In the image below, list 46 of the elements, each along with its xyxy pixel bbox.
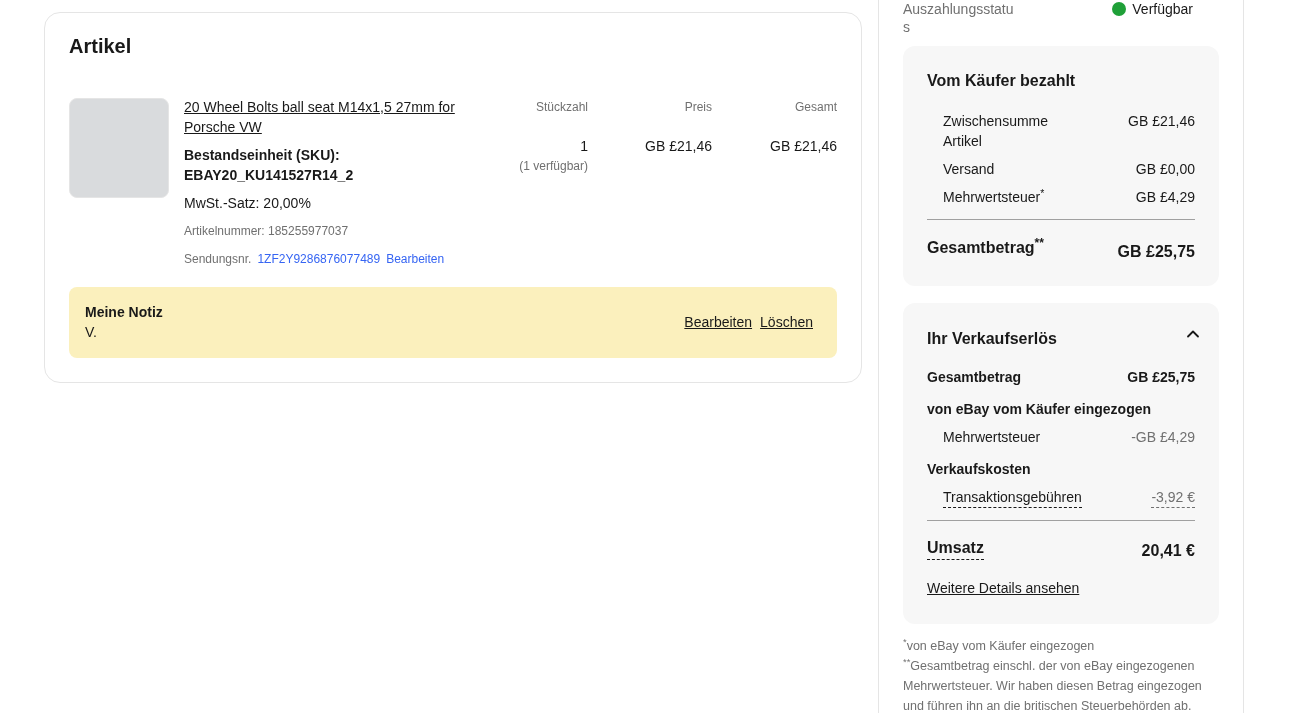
detail-value: -GB £4,29	[1131, 428, 1195, 447]
item-title-link[interactable]: 20 Wheel Bolts ball seat M14x1,5 27mm for Porsche VW	[184, 97, 484, 137]
sku-label: Bestandseinheit (SKU):	[184, 146, 341, 165]
summary-value: GB £4,29	[1135, 188, 1195, 207]
tracking-number-link[interactable]: 1ZF2Y9286876077489	[257, 249, 381, 269]
details-link[interactable]: Weitere Details ansehen	[927, 578, 1080, 598]
summary-label: Versand	[943, 160, 996, 179]
column-header: Stückzahl	[534, 99, 588, 116]
column-header: Preis	[683, 99, 712, 116]
total-value: GB £21,46	[770, 137, 837, 156]
note-text: V.	[85, 323, 98, 342]
summary-value: GB £21,46	[1128, 112, 1195, 131]
card-title: Vom Käufer bezahlt	[927, 71, 1077, 91]
net-amount: 20,41 €	[1141, 541, 1195, 561]
detail-label: Mehrwertsteuer	[943, 428, 1041, 447]
total-label: Gesamtbetrag$^{**}$	[927, 236, 1044, 258]
payout-status-value: Verfügbar	[1132, 0, 1193, 18]
summary-value: GB £0,00	[1135, 160, 1195, 179]
sku-value: EBAY20_KU141527R14_2	[184, 166, 355, 185]
footnote-text: $^{*}$von eBay vom Käufer eingezogen	[903, 636, 1096, 655]
quantity-value: 1	[580, 137, 588, 156]
column-header: Gesamt	[794, 99, 837, 116]
summary-label: Mehrwertsteuer$^{*}$	[943, 187, 1046, 207]
status-dot-icon	[1112, 2, 1127, 16]
available-count: (1 verfügbar)	[519, 158, 588, 175]
footnote-text: $^{**}$Gesamtbetrag einschl. der von eBay eingezogenen Mehrwertsteuer. Wir haben diesen Betrag eingezogen und führen ihn an die britischen Steuerbehörden ab.	[903, 656, 1203, 713]
price-value: GB £21,46	[645, 137, 712, 156]
card-title: Ihr Verkaufserlös	[927, 329, 1057, 349]
total-amount: GB £25,75	[1117, 242, 1195, 262]
note-action-link[interactable]: Löschen	[760, 312, 813, 332]
note-action-link[interactable]: Bearbeiten	[684, 312, 753, 332]
summary-label: Zwischensumme Artikel	[943, 112, 1050, 151]
tracking-label: Sendungsnr.	[184, 251, 252, 268]
edit-tracking-link[interactable]: Bearbeiten	[386, 249, 445, 269]
group-label: Verkaufskosten	[927, 460, 1031, 479]
group-value: GB £25,75	[1127, 368, 1195, 387]
net-label[interactable]: Umsatz	[927, 537, 984, 560]
vat-rate: MwSt.-Satz: 20,00%	[184, 194, 312, 213]
payout-status-label: Auszahlungsstatus	[903, 0, 1015, 36]
fee-value[interactable]: -3,92 €	[1151, 487, 1195, 508]
group-label: von eBay vom Käufer eingezogen	[927, 400, 1152, 419]
group-label: Gesamtbetrag	[927, 368, 1022, 387]
card-title: Artikel	[69, 34, 133, 59]
item-number: Artikelnummer: 185255977037	[184, 223, 350, 240]
fee-label[interactable]: Transaktionsgebühren	[943, 487, 1082, 508]
note-title: Meine Notiz	[85, 303, 163, 322]
